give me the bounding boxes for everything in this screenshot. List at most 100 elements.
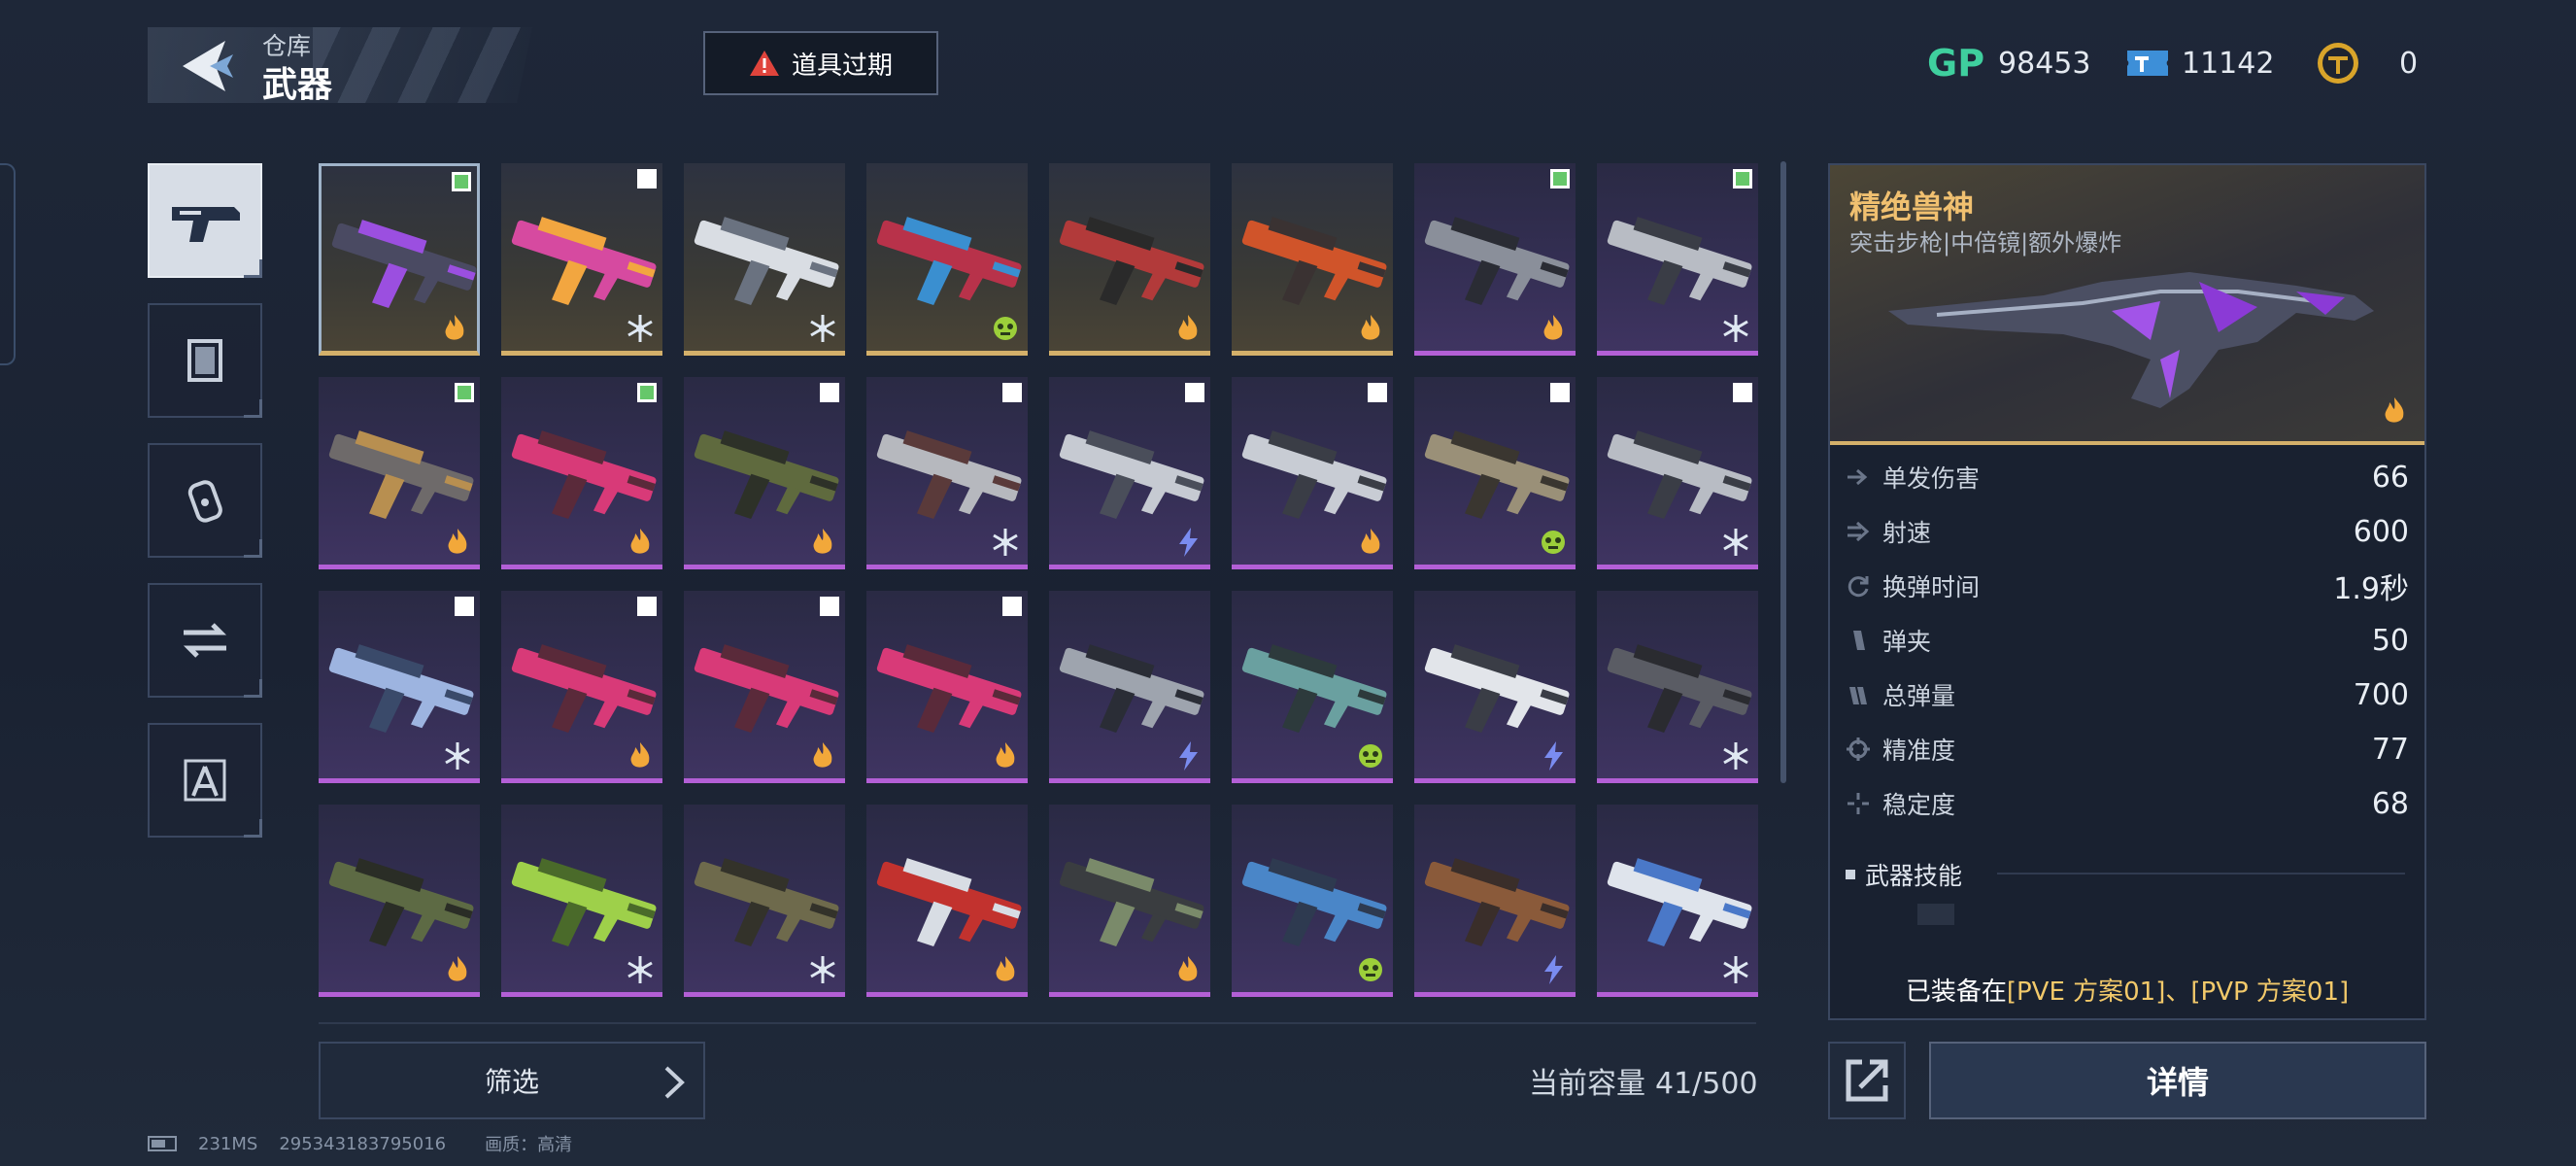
select-checkbox[interactable] (1550, 383, 1570, 402)
stat-value: 77 (2371, 732, 2409, 767)
lightning-element-icon (1179, 528, 1198, 557)
category-grenade[interactable] (148, 443, 262, 558)
weapon-slot[interactable] (501, 377, 662, 569)
weapon-slot[interactable] (319, 377, 480, 569)
fire-element-icon (630, 529, 650, 554)
currency-ticket-value: 11142 (2182, 46, 2275, 81)
select-checkbox[interactable] (1733, 383, 1752, 402)
expired-items-label: 道具过期 (791, 51, 893, 81)
currency-ticket: 11142 (2125, 35, 2274, 91)
weapon-slot[interactable] (501, 163, 662, 356)
ticket-icon (2127, 51, 2168, 76)
weapon-slot[interactable] (319, 163, 480, 356)
back-arrow-icon (183, 41, 233, 91)
currency-coin: 0 (2316, 35, 2418, 91)
stat-reload: 换弹时间 1.9秒 (1846, 562, 2409, 610)
weapon-slot[interactable] (866, 377, 1028, 569)
magazine-icon (1853, 631, 1865, 650)
stat-value: 66 (2371, 460, 2409, 495)
weapon-slot[interactable] (1597, 591, 1758, 783)
weapon-slot[interactable] (1414, 805, 1576, 997)
fire-element-icon (448, 529, 467, 554)
fire-element-icon (996, 742, 1015, 768)
select-checkbox[interactable] (455, 597, 474, 616)
damage-icon (1847, 468, 1868, 486)
share-icon (1846, 1059, 1888, 1102)
weapon-slot[interactable] (1232, 163, 1393, 356)
select-checkbox[interactable] (1368, 383, 1387, 402)
select-checkbox[interactable] (637, 169, 657, 189)
weapon-slot[interactable] (684, 591, 845, 783)
weapon-slot[interactable] (501, 591, 662, 783)
weapon-slot[interactable] (866, 591, 1028, 783)
weapon-slot[interactable] (866, 805, 1028, 997)
category-swap[interactable] (148, 583, 262, 698)
weapon-slot[interactable] (1232, 591, 1393, 783)
toxic-element-icon (1359, 958, 1382, 981)
select-checkbox[interactable] (820, 597, 839, 616)
select-checkbox[interactable] (820, 383, 839, 402)
capacity-value: 41/500 (1655, 1067, 1758, 1101)
weapon-slot[interactable] (1597, 377, 1758, 569)
weapon-slot[interactable] (1597, 805, 1758, 997)
weapon-slot[interactable] (684, 377, 845, 569)
weapon-slot[interactable] (1414, 377, 1576, 569)
reload-icon (1847, 576, 1869, 598)
select-checkbox[interactable] (1002, 597, 1022, 616)
ping-text: 231MS (198, 1133, 258, 1154)
expired-items-button[interactable]: 道具过期 (703, 31, 938, 95)
toxic-element-icon (1359, 744, 1382, 768)
select-checkbox[interactable] (637, 597, 657, 616)
filter-button[interactable]: 筛选 (319, 1042, 705, 1119)
equipped-loadouts: 已装备在[PVE 方案01]、[PVP 方案01] (1830, 972, 2424, 1008)
stat-value: 700 (2353, 677, 2409, 712)
weapon-slot[interactable] (1049, 377, 1210, 569)
weapon-slot[interactable] (1597, 163, 1758, 356)
select-checkbox[interactable] (1733, 169, 1752, 189)
side-drawer-tab[interactable] (0, 163, 16, 365)
stat-label: 总弹量 (1882, 682, 1956, 710)
grid-scrollbar[interactable] (1780, 161, 1786, 783)
category-skin[interactable] (148, 303, 262, 418)
select-checkbox[interactable] (637, 383, 657, 402)
weapon-slot[interactable] (1414, 591, 1576, 783)
weapon-skill-slot[interactable] (1917, 904, 1954, 925)
toxic-element-icon (994, 317, 1017, 340)
stat-magazine: 弹夹 50 (1846, 616, 2409, 665)
select-checkbox[interactable] (1550, 169, 1570, 189)
weapon-slot[interactable] (866, 163, 1028, 356)
weapon-slot[interactable] (1049, 163, 1210, 356)
weapon-slot[interactable] (684, 163, 845, 356)
weapon-slot[interactable] (1414, 163, 1576, 356)
weapon-slot[interactable] (1232, 377, 1393, 569)
compass-icon (184, 759, 226, 802)
details-button[interactable]: 详情 (1929, 1042, 2426, 1119)
weapon-slot[interactable] (1049, 805, 1210, 997)
equipped-loadout-names: [PVE 方案01]、[PVP 方案01] (2006, 977, 2350, 1007)
category-pistol[interactable] (148, 163, 262, 278)
select-checkbox[interactable] (452, 172, 471, 191)
uid-text: 295343183795016 (279, 1133, 447, 1154)
weapon-slot[interactable] (1049, 591, 1210, 783)
ice-element-icon (445, 742, 470, 770)
select-checkbox[interactable] (1185, 383, 1204, 402)
stat-label: 单发伤害 (1882, 464, 1981, 493)
weapon-skills-label: 武器技能 (1865, 862, 1963, 890)
status-footer: 231MS 295343183795016 画质：高清 (148, 1131, 572, 1156)
select-checkbox[interactable] (455, 383, 474, 402)
ice-element-icon (810, 315, 835, 342)
weapon-slot[interactable] (1232, 805, 1393, 997)
gp-icon: GP (1927, 42, 1985, 85)
weapon-name: 精绝兽神 (1849, 189, 1975, 225)
back-button[interactable]: 仓库 武器 (148, 27, 532, 103)
share-button[interactable] (1828, 1042, 1906, 1119)
equipped-prefix: 已装备在 (1905, 977, 2007, 1007)
weapon-slot[interactable] (501, 805, 662, 997)
weapon-slot[interactable] (319, 805, 480, 997)
select-checkbox[interactable] (1002, 383, 1022, 402)
weapon-slot[interactable] (319, 591, 480, 783)
fire-element-icon (1543, 315, 1563, 340)
fire-element-icon (448, 956, 467, 981)
category-compass[interactable] (148, 723, 262, 838)
weapon-slot[interactable] (684, 805, 845, 997)
